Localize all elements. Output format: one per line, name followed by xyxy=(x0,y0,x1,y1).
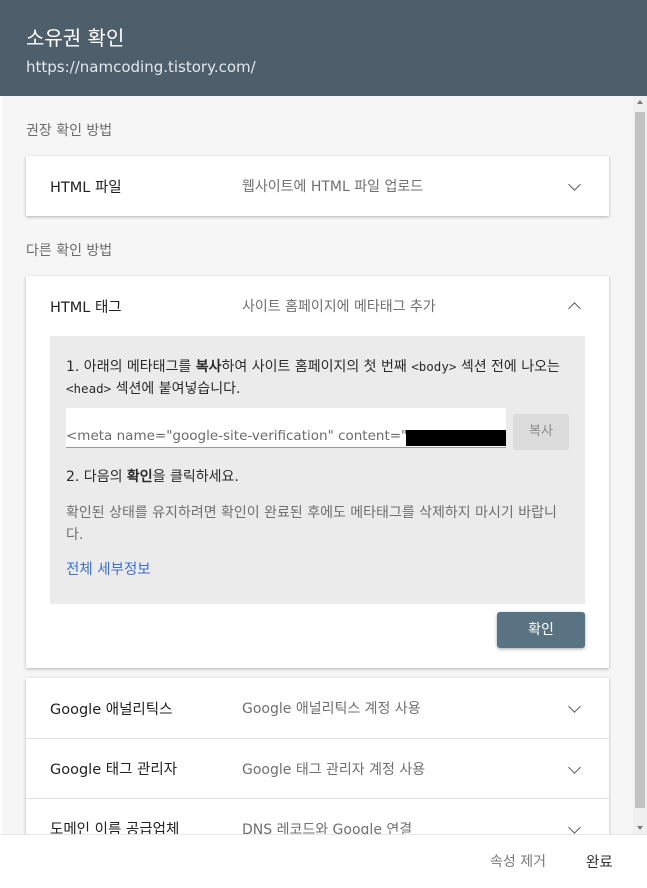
dialog-body[interactable]: 권장 확인 방법 HTML 파일 웹사이트에 HTML 파일 업로드 다른 확인… xyxy=(2,96,645,834)
meta-tag-value: <meta name="google-site-verification" co… xyxy=(66,428,408,444)
html-tag-card: HTML 태그 사이트 홈페이지에 메타태그 추가 1. 아래의 메타태그를 복… xyxy=(26,276,609,668)
keep-tag-note: 확인된 상태를 유지하려면 확인이 완료된 후에도 메타태그를 삭제하지 마시기… xyxy=(66,505,557,543)
step-2-text: 2. 다음의 확인을 클릭하세요. xyxy=(66,469,239,485)
full-details-link[interactable]: 전체 세부정보 xyxy=(66,558,151,579)
chevron-down-icon[interactable] xyxy=(568,761,581,774)
chevron-up-icon[interactable] xyxy=(568,302,581,315)
property-url: https://namcoding.tistory.com/ xyxy=(26,58,256,76)
vertical-scrollbar[interactable] xyxy=(633,96,647,834)
other-methods-list: Google 애널리틱스 Google 애널리틱스 계정 사용 Google 태… xyxy=(26,678,609,834)
chevron-down-icon[interactable] xyxy=(568,821,581,834)
dialog-header: 소유권 확인 https://namcoding.tistory.com/ xyxy=(0,0,647,96)
method-html-file[interactable]: HTML 파일 웹사이트에 HTML 파일 업로드 xyxy=(26,156,609,216)
scroll-down-arrow-icon[interactable] xyxy=(637,826,643,830)
method-name: HTML 태그 xyxy=(50,299,122,316)
meta-tag-field[interactable]: <meta name="google-site-verification" co… xyxy=(66,408,506,448)
method-description: 사이트 홈페이지에 메타태그 추가 xyxy=(242,299,436,315)
method-html-tag[interactable]: HTML 태그 사이트 홈페이지에 메타태그 추가 xyxy=(26,276,609,336)
method-name: Google 태그 관리자 xyxy=(50,762,178,778)
copy-button[interactable]: 복사 xyxy=(513,414,569,450)
method-description: Google 태그 관리자 계정 사용 xyxy=(242,761,426,778)
method-domain-provider[interactable]: 도메인 이름 공급업체 DNS 레코드와 Google 연결 xyxy=(26,798,609,834)
dialog-footer: 속성 제거 완료 xyxy=(0,834,647,888)
done-button[interactable]: 완료 xyxy=(586,851,613,872)
chevron-down-icon[interactable] xyxy=(568,178,581,191)
recommended-methods-label: 권장 확인 방법 xyxy=(26,123,113,139)
dialog-title: 소유권 확인 xyxy=(26,26,125,50)
scroll-thumb[interactable] xyxy=(635,112,645,808)
method-name: Google 애널리틱스 xyxy=(50,701,173,718)
remove-property-button[interactable]: 속성 제거 xyxy=(490,851,546,871)
method-name: HTML 파일 xyxy=(50,179,122,196)
other-methods-label: 다른 확인 방법 xyxy=(26,243,113,259)
verify-button[interactable]: 확인 xyxy=(497,612,585,648)
html-tag-instructions: 1. 아래의 메타태그를 복사하여 사이트 홈페이지의 첫 번째 <body> … xyxy=(50,336,585,604)
method-description: DNS 레코드와 Google 연결 xyxy=(242,821,413,835)
scroll-up-arrow-icon[interactable] xyxy=(637,100,643,104)
method-description: Google 애널리틱스 계정 사용 xyxy=(242,701,421,717)
method-google-tag-manager[interactable]: Google 태그 관리자 Google 태그 관리자 계정 사용 xyxy=(26,738,609,798)
step-1-text: 1. 아래의 메타태그를 복사하여 사이트 홈페이지의 첫 번째 <body> … xyxy=(66,359,560,397)
method-name: 도메인 이름 공급업체 xyxy=(50,822,180,834)
chevron-down-icon[interactable] xyxy=(568,700,581,713)
method-google-analytics[interactable]: Google 애널리틱스 Google 애널리틱스 계정 사용 xyxy=(26,678,609,738)
redacted-content xyxy=(406,430,506,446)
recommended-methods-card: HTML 파일 웹사이트에 HTML 파일 업로드 xyxy=(26,156,609,216)
method-description: 웹사이트에 HTML 파일 업로드 xyxy=(242,179,424,195)
